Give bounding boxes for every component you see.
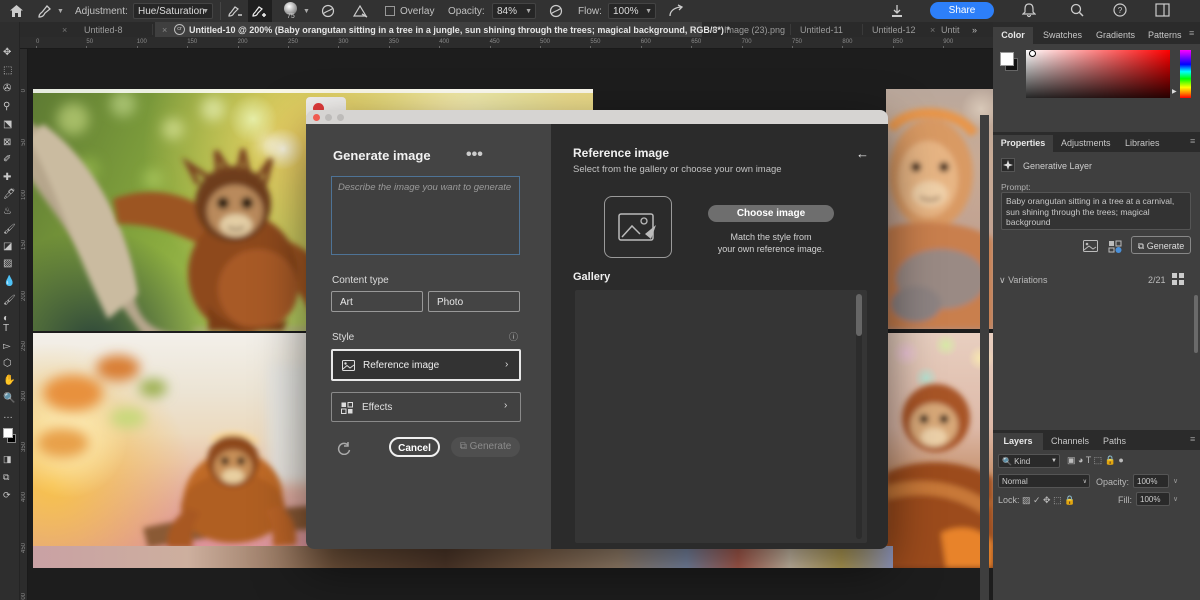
svg-text:?: ?	[1118, 6, 1123, 15]
